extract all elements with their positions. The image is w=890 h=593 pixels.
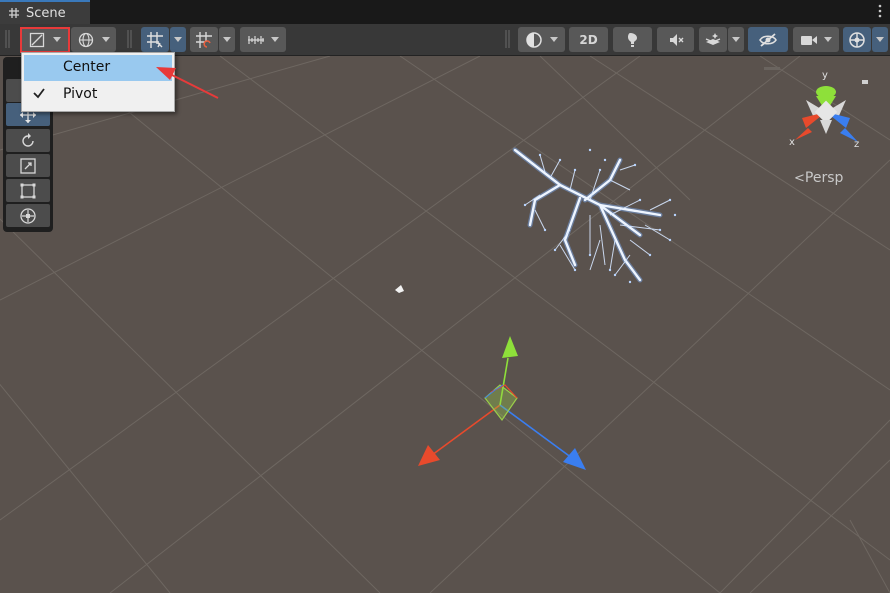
annotation-arrow [156,67,219,99]
arrow-head-icon [156,67,176,80]
